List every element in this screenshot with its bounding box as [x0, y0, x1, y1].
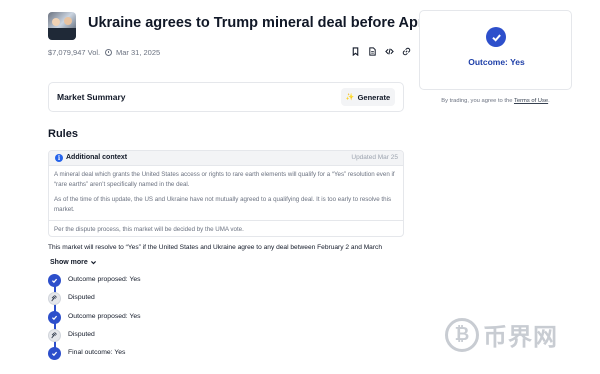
market-thumbnail — [48, 12, 76, 40]
timeline-step-label: Disputed — [68, 331, 95, 338]
end-date-label: Mar 31, 2025 — [116, 48, 161, 57]
info-icon: i — [55, 154, 63, 162]
code-icon[interactable] — [384, 46, 394, 56]
market-summary-label: Market Summary — [57, 92, 126, 102]
timeline-step-label: Disputed — [68, 294, 95, 301]
market-actions — [350, 46, 411, 56]
timeline-step: Outcome proposed: Yes — [48, 274, 248, 288]
market-summary-panel: Market Summary ✨ Generate — [48, 82, 404, 112]
timeline-step-label: Outcome proposed: Yes — [68, 313, 141, 320]
context-updated-date: Updated Mar 25 — [351, 154, 398, 161]
additional-context-body: A mineral deal which grants the United S… — [49, 166, 403, 235]
terms-of-use-link[interactable]: Terms of Use — [514, 98, 548, 104]
watermark: ₿ 币界网 — [445, 317, 558, 352]
chevron-down-icon — [90, 261, 96, 265]
timeline-step: Disputed — [48, 292, 248, 306]
outcome-label: Outcome: Yes — [468, 57, 525, 67]
bitcoin-logo-icon: ₿ — [445, 317, 479, 352]
additional-context-header: i Additional context Updated Mar 25 — [49, 151, 403, 166]
bookmark-icon[interactable] — [350, 46, 360, 56]
timeline-step-label: Outcome proposed: Yes — [68, 276, 141, 283]
timeline-step: Final outcome: Yes — [48, 347, 248, 361]
check-icon — [48, 347, 61, 360]
terms-prefix: By trading, you agree to the — [441, 98, 513, 104]
sparkle-icon: ✨ — [345, 94, 355, 101]
link-icon[interactable] — [401, 46, 411, 56]
generate-button[interactable]: ✨ Generate — [341, 88, 395, 106]
market-volume: $7,079,947 Vol. — [48, 48, 101, 57]
gavel-icon — [48, 292, 61, 305]
context-paragraph: Per the dispute process, this market wil… — [49, 220, 403, 235]
market-title: Ukraine agrees to Trump mineral deal bef… — [88, 15, 441, 31]
outcome-card: Outcome: Yes — [419, 10, 572, 90]
additional-context-title: Additional context — [66, 154, 128, 161]
show-more-label: Show more — [50, 259, 88, 266]
additional-context-box: i Additional context Updated Mar 25 A mi… — [48, 150, 404, 237]
market-end-date: Mar 31, 2025 — [105, 48, 160, 57]
terms-notice: By trading, you agree to the Terms of Us… — [419, 98, 572, 104]
watermark-text: 币界网 — [483, 323, 558, 351]
clock-icon — [105, 49, 112, 56]
timeline-step: Disputed — [48, 329, 248, 343]
context-paragraph: As of the time of this update, the US an… — [54, 196, 392, 213]
timeline-step: Outcome proposed: Yes — [48, 311, 248, 325]
context-paragraph: A mineral deal which grants the United S… — [54, 171, 395, 188]
check-icon — [48, 311, 61, 324]
timeline-step-label: Final outcome: Yes — [68, 349, 126, 356]
terms-suffix: . — [548, 98, 550, 104]
generate-button-label: Generate — [357, 92, 391, 102]
show-more-button[interactable]: Show more — [50, 259, 97, 266]
gavel-icon — [48, 329, 61, 342]
rules-heading: Rules — [48, 128, 78, 140]
document-icon[interactable] — [367, 46, 377, 56]
resolution-text: This market will resolve to “Yes” if the… — [48, 244, 383, 251]
check-icon — [48, 274, 61, 287]
check-circle-icon — [486, 27, 506, 47]
